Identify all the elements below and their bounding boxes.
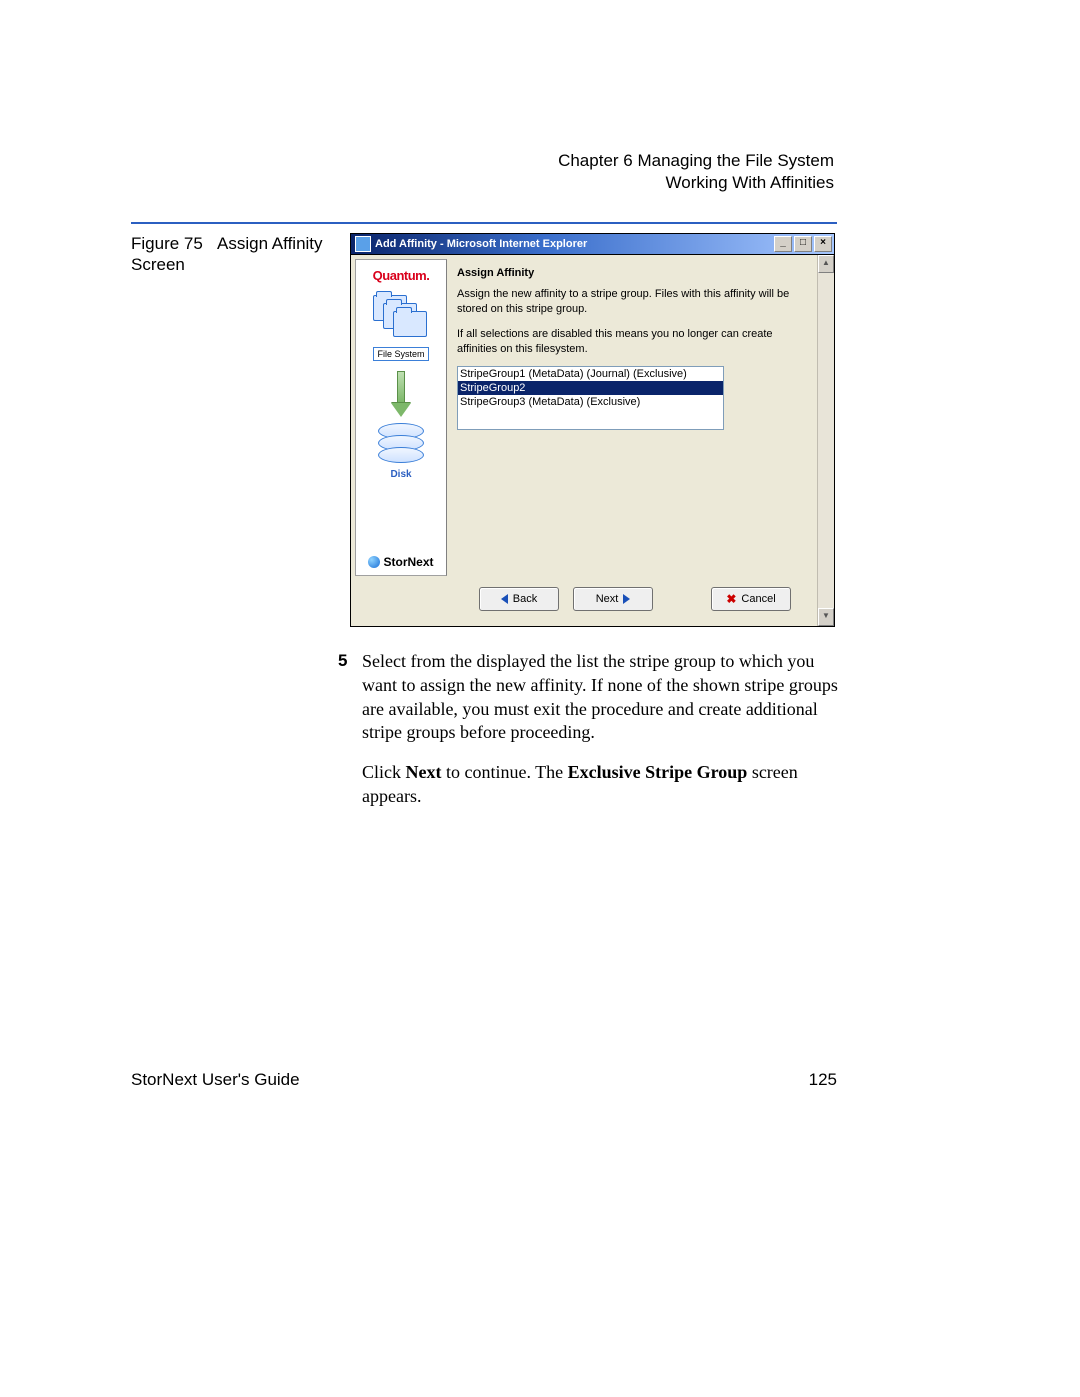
wizard-sidebar: Quantum. File System: [355, 259, 447, 576]
filesystem-graphic: File System: [373, 289, 429, 361]
figure-caption: Figure 75 Assign Affinity Screen: [131, 233, 331, 276]
chapter-title: Chapter 6 Managing the File System: [558, 150, 834, 172]
next-button[interactable]: Next: [573, 587, 653, 611]
product-label: StorNext: [383, 555, 433, 569]
next-bold: Next: [406, 762, 442, 782]
ie-icon: [355, 236, 371, 252]
product-name: StorNext: [368, 555, 433, 569]
x-icon: ✖: [726, 592, 736, 606]
figure-number: Figure 75: [131, 234, 203, 253]
chapter-header: Chapter 6 Managing the File System Worki…: [558, 150, 834, 194]
button-bar: Back Next ✖ Cancel: [355, 576, 813, 622]
step-text: Select from the displayed the list the s…: [362, 651, 838, 742]
page-number: 125: [809, 1070, 837, 1090]
close-button[interactable]: ×: [814, 236, 832, 252]
back-label: Back: [513, 593, 537, 605]
dialog-window: Add Affinity - Microsoft Internet Explor…: [350, 233, 835, 627]
globe-icon: [368, 556, 380, 568]
disabled-note: If all selections are disabled this mean…: [457, 327, 803, 357]
stripe-group-listbox[interactable]: StripeGroup1 (MetaData) (Journal) (Exclu…: [457, 366, 724, 430]
footer-guide: StorNext User's Guide: [131, 1070, 300, 1090]
back-button[interactable]: Back: [479, 587, 559, 611]
folder-icon: [393, 311, 427, 337]
content-heading: Assign Affinity: [457, 267, 803, 279]
list-item[interactable]: StripeGroup1 (MetaData) (Journal) (Exclu…: [458, 367, 723, 381]
arrow-down-icon: [391, 371, 411, 417]
cancel-label: Cancel: [741, 593, 775, 605]
instruction-text: Assign the new affinity to a stripe grou…: [457, 287, 803, 317]
triangle-right-icon: [623, 594, 630, 604]
horizontal-rule: [131, 222, 837, 224]
brand-logo: Quantum.: [373, 268, 430, 283]
disk-graphic: Disk: [378, 427, 424, 480]
disk-label: Disk: [390, 469, 411, 480]
window-title: Add Affinity - Microsoft Internet Explor…: [375, 238, 772, 250]
minimize-button[interactable]: _: [774, 236, 792, 252]
scroll-track[interactable]: [818, 273, 834, 608]
window-titlebar: Add Affinity - Microsoft Internet Explor…: [351, 234, 834, 255]
maximize-button[interactable]: □: [794, 236, 812, 252]
continue-pre: Click: [362, 762, 406, 782]
list-item[interactable]: StripeGroup2: [458, 381, 723, 395]
body-text: 5 Select from the displayed the list the…: [338, 650, 838, 825]
filesystem-label: File System: [373, 347, 428, 361]
list-item[interactable]: StripeGroup3 (MetaData) (Exclusive): [458, 395, 723, 409]
cancel-button[interactable]: ✖ Cancel: [711, 587, 791, 611]
scroll-up-button[interactable]: ▲: [818, 255, 834, 273]
page-footer: StorNext User's Guide 125: [131, 1070, 837, 1090]
step-number: 5: [338, 650, 347, 672]
continue-mid: to continue. The: [441, 762, 567, 782]
esg-bold: Exclusive Stripe Group: [568, 762, 748, 782]
section-title: Working With Affinities: [558, 172, 834, 194]
disk-icon: [378, 447, 424, 463]
triangle-left-icon: [501, 594, 508, 604]
scroll-down-button[interactable]: ▼: [818, 608, 834, 626]
vertical-scrollbar[interactable]: ▲ ▼: [817, 255, 834, 626]
wizard-main: Assign Affinity Assign the new affinity …: [447, 259, 813, 576]
next-label: Next: [596, 593, 619, 605]
